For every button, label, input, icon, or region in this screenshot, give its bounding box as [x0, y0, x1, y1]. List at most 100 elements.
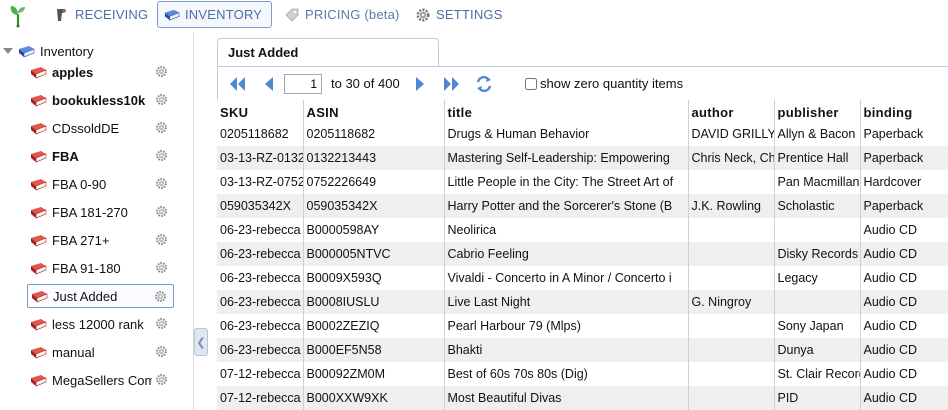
- show-zero-quantity-label: show zero quantity items: [540, 76, 684, 91]
- cell-asin: B000XXW9XK: [303, 386, 445, 410]
- cell-title: Cabrio Feeling: [444, 242, 689, 266]
- cell-author: G. Ningroy: [688, 290, 775, 314]
- column-header-binding[interactable]: binding: [860, 100, 948, 122]
- gear-icon[interactable]: [155, 317, 168, 330]
- cell-sku: 06-23-rebecca: [217, 290, 304, 314]
- collapse-triangle-icon[interactable]: [3, 48, 13, 54]
- gear-icon[interactable]: [155, 205, 168, 218]
- sidebar-item[interactable]: CDssoldDE: [27, 116, 174, 140]
- red-book-icon: [31, 122, 47, 134]
- tab-just-added[interactable]: Just Added: [217, 38, 439, 66]
- table-row[interactable]: 06-23-rebecca B0008IUSLU Live Last Night G.…: [217, 290, 948, 314]
- table-row[interactable]: 059035342X 059035342X Harry Potter and the…: [217, 194, 948, 218]
- red-book-icon: [31, 66, 47, 78]
- table-row[interactable]: 06-23-rebecca B0002ZEZIQ Pearl Harbour 79 …: [217, 314, 948, 338]
- column-header-title[interactable]: title: [444, 100, 689, 122]
- sidebar-item[interactable]: FBA 181-270: [27, 200, 174, 224]
- cell-author: [688, 242, 775, 266]
- barcode-scanner-icon: [57, 8, 66, 21]
- gear-icon: [416, 8, 430, 21]
- nav-settings[interactable]: SETTINGS: [409, 1, 509, 28]
- gear-icon[interactable]: [155, 233, 168, 246]
- cell-sku: 06-23-rebecca: [217, 218, 304, 242]
- gear-icon[interactable]: [155, 121, 168, 134]
- cell-title: Neolirica: [444, 218, 689, 242]
- cell-binding: Audio CD: [860, 314, 948, 338]
- page-number-input[interactable]: [284, 74, 322, 94]
- red-book-icon: [31, 178, 47, 190]
- cell-sku: 06-23-rebecca: [217, 266, 304, 290]
- previous-page-icon[interactable]: [259, 74, 279, 94]
- show-zero-quantity-toggle[interactable]: show zero quantity items: [525, 76, 683, 91]
- gear-icon[interactable]: [155, 149, 168, 162]
- gear-icon[interactable]: [155, 261, 168, 274]
- gear-icon[interactable]: [154, 290, 167, 303]
- sidebar-item[interactable]: manual: [27, 340, 174, 364]
- nav-inventory[interactable]: INVENTORY: [157, 1, 272, 28]
- cell-sku: 03-13-RZ-0132213443: [217, 146, 304, 170]
- column-header-author[interactable]: author: [688, 100, 775, 122]
- column-header-sku[interactable]: SKU: [217, 100, 304, 122]
- cell-sku: 06-23-rebecca: [217, 314, 304, 338]
- last-page-icon[interactable]: [442, 74, 462, 94]
- cell-binding: Audio CD: [860, 338, 948, 362]
- sidebar-item[interactable]: FBA 271+: [27, 228, 174, 252]
- refresh-icon[interactable]: [474, 74, 494, 94]
- sidebar-item[interactable]: bookukless10k: [27, 88, 174, 112]
- gear-icon[interactable]: [155, 345, 168, 358]
- tree-root-inventory[interactable]: Inventory: [0, 41, 93, 61]
- sidebar-item[interactable]: FBA: [27, 144, 174, 168]
- sidebar-item-label: FBA 91-180: [52, 260, 121, 276]
- red-book-icon: [31, 150, 47, 162]
- cell-publisher: Prentice Hall: [774, 146, 861, 170]
- table-row[interactable]: 03-13-RZ-01322134430132213443Mastering S…: [217, 146, 948, 170]
- collapse-sidebar-handle[interactable]: ❮: [194, 328, 208, 356]
- cell-title: Harry Potter and the Sorcerer's Stone (B: [444, 194, 689, 218]
- table-row[interactable]: 06-23-rebecca B000005NTVC Cabrio Feeling Di…: [217, 242, 948, 266]
- nav-pricing[interactable]: PRICING (beta): [278, 1, 406, 28]
- show-zero-quantity-checkbox[interactable]: [525, 77, 537, 90]
- table-row[interactable]: 03-13-RZ-07522266490752226649Little Peop…: [217, 170, 948, 194]
- blue-book-icon: [164, 9, 180, 21]
- cell-binding: Paperback: [860, 194, 948, 218]
- gear-icon[interactable]: [155, 65, 168, 78]
- cell-title: Drugs & Human Behavior: [444, 122, 689, 146]
- table-row[interactable]: 07-12-rebecca B000XXW9XK Most Beautiful Di…: [217, 386, 948, 410]
- table-row[interactable]: 07-12-rebecca B00092ZM0M Best of 60s 70s 8…: [217, 362, 948, 386]
- sidebar-item[interactable]: FBA 91-180: [27, 256, 174, 280]
- sidebar-item[interactable]: FBA 0-90: [27, 172, 174, 196]
- cell-publisher: Legacy: [774, 266, 861, 290]
- cell-binding: Audio CD: [860, 218, 948, 242]
- sidebar-item[interactable]: less 12000 rank: [27, 312, 174, 336]
- table-row[interactable]: 06-23-rebecca B000EF5N58 Bhakti Dunya Audio …: [217, 338, 948, 362]
- gear-icon[interactable]: [155, 177, 168, 190]
- cell-asin: B0002ZEZIQ: [303, 314, 445, 338]
- table-row[interactable]: 06-23-rebecca B0009X593Q Vivaldi - Concert…: [217, 266, 948, 290]
- table-row[interactable]: 0205118682 0205118682 Drugs & Human Behavi…: [217, 122, 948, 146]
- sidebar-item[interactable]: MegaSellers Com: [27, 368, 174, 392]
- first-page-icon[interactable]: [227, 74, 247, 94]
- next-page-icon[interactable]: [410, 74, 430, 94]
- table-row[interactable]: 06-23-rebecca B0000598AY Neolirica Audio CD: [217, 218, 948, 242]
- cell-sku: 07-12-rebecca: [217, 362, 304, 386]
- cell-binding: Audio CD: [860, 242, 948, 266]
- cell-asin: B000EF5N58: [303, 338, 445, 362]
- price-tag-icon: [285, 8, 299, 22]
- cell-publisher: St. Clair Records: [774, 362, 861, 386]
- sidebar-item[interactable]: apples: [27, 60, 174, 84]
- gear-icon[interactable]: [155, 93, 168, 106]
- column-header-asin[interactable]: ASIN: [303, 100, 445, 122]
- nav-pricing-label: PRICING (beta): [305, 7, 400, 22]
- cell-sku: 07-12-rebecca: [217, 386, 304, 410]
- sidebar-item[interactable]: Just Added: [27, 284, 174, 308]
- cell-asin: 059035342X: [303, 194, 445, 218]
- sidebar-item-label: apples: [52, 64, 94, 80]
- tab-title: Just Added: [228, 45, 299, 60]
- column-header-publisher[interactable]: publisher: [774, 100, 861, 122]
- nav-receiving[interactable]: RECEIVING: [48, 1, 154, 28]
- sidebar-item-label: CDssoldDE: [52, 120, 120, 136]
- cell-binding: Paperback: [860, 122, 948, 146]
- cell-author: [688, 314, 775, 338]
- gear-icon[interactable]: [155, 373, 168, 386]
- cell-binding: Hardcover: [860, 170, 948, 194]
